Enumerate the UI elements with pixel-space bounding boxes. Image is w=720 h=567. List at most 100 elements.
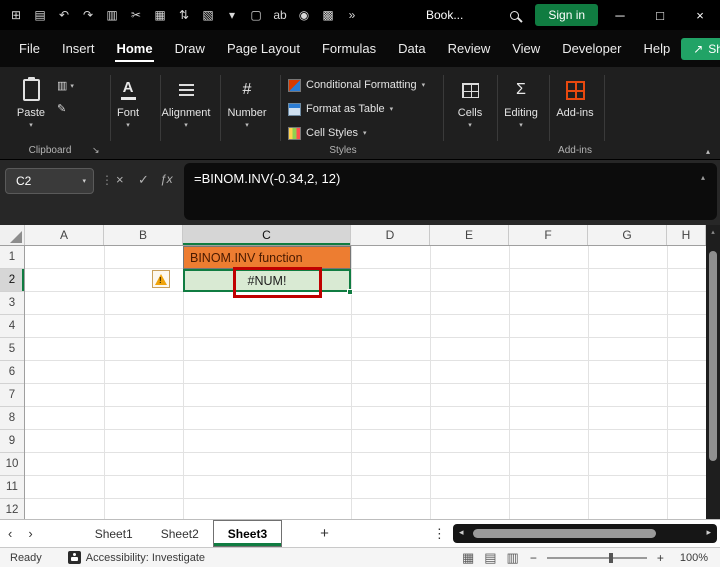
sheet-tab-sheet3[interactable]: Sheet3: [212, 520, 283, 547]
spelling-icon[interactable]: ab: [268, 3, 292, 27]
row-header-2[interactable]: 2: [0, 269, 24, 292]
row-header-12[interactable]: 12: [0, 499, 24, 519]
row-header-11[interactable]: 11: [0, 476, 24, 499]
insert-function-button[interactable]: ƒx: [160, 172, 173, 186]
close-button[interactable]: ×: [680, 0, 720, 30]
cell-c1[interactable]: BINOM.INV function: [183, 246, 351, 269]
cells-group-button[interactable]: Cells ▾: [445, 74, 495, 129]
column-header-c[interactable]: C: [183, 225, 351, 245]
alignment-group-button[interactable]: Alignment ▾: [156, 74, 216, 129]
name-box[interactable]: C2 ▾: [5, 168, 94, 194]
row-header-4[interactable]: 4: [0, 315, 24, 338]
tab-draw[interactable]: Draw: [164, 30, 216, 67]
error-checking-button[interactable]: !: [152, 270, 170, 288]
borders-icon[interactable]: ▧: [196, 3, 220, 27]
zoom-slider[interactable]: [546, 552, 647, 563]
tab-view[interactable]: View: [501, 30, 551, 67]
cells-area[interactable]: BINOM.INV function #NUM! !: [25, 246, 706, 519]
maximize-button[interactable]: □: [640, 0, 680, 30]
redo-icon[interactable]: ↷: [76, 3, 100, 27]
row-header-5[interactable]: 5: [0, 338, 24, 361]
new-file-icon[interactable]: ▢: [244, 3, 268, 27]
page-layout-view-icon[interactable]: ▤: [479, 550, 501, 566]
scroll-up-icon[interactable]: ▴: [706, 228, 720, 236]
vertical-scrollbar[interactable]: ▴: [706, 225, 720, 519]
tab-help[interactable]: Help: [632, 30, 681, 67]
conditional-formatting-button[interactable]: Conditional Formatting ▾: [288, 75, 425, 95]
row-header-6[interactable]: 6: [0, 361, 24, 384]
minimize-button[interactable]: ─: [600, 0, 640, 30]
undo-icon[interactable]: ↶: [52, 3, 76, 27]
tab-formulas[interactable]: Formulas: [311, 30, 387, 67]
tab-page-layout[interactable]: Page Layout: [216, 30, 311, 67]
sign-in-button[interactable]: Sign in: [535, 4, 599, 26]
spreadsheet-grid[interactable]: 1 2 3 4 5 6 7 8 9 10 11 12 BINOM.INV fun…: [0, 246, 706, 519]
number-group-button[interactable]: # Number ▾: [219, 74, 275, 129]
tab-home[interactable]: Home: [105, 30, 163, 67]
formula-bar-handle-icon[interactable]: ⋮: [101, 173, 113, 187]
zoom-level[interactable]: 100%: [680, 552, 708, 564]
page-break-view-icon[interactable]: ▥: [502, 550, 524, 566]
sheet-more-icon[interactable]: ⋮: [425, 526, 454, 542]
column-header-h[interactable]: H: [667, 225, 706, 245]
add-sheet-button[interactable]: +: [310, 525, 339, 542]
sheet-tab-sheet2[interactable]: Sheet2: [147, 520, 213, 547]
column-header-d[interactable]: D: [351, 225, 430, 245]
clipboard-dialog-launcher[interactable]: ↘: [92, 145, 100, 156]
save-icon[interactable]: ▤: [28, 3, 52, 27]
select-all-button[interactable]: [0, 225, 25, 245]
horizontal-scrollbar[interactable]: ◂ ▸: [453, 524, 717, 543]
tab-data[interactable]: Data: [387, 30, 436, 67]
copy-button[interactable]: ▥ ▾: [57, 79, 74, 92]
formula-input[interactable]: =BINOM.INV(-0.34,2, 12) ▴: [184, 163, 717, 220]
font-group-button[interactable]: A Font ▾: [102, 74, 154, 129]
column-header-e[interactable]: E: [430, 225, 509, 245]
addins-button[interactable]: Add-ins: [549, 74, 601, 119]
chevron-down-icon[interactable]: ▾: [220, 3, 244, 27]
apps-icon[interactable]: ⊞: [4, 3, 28, 27]
copy-icon[interactable]: ▥: [100, 3, 124, 27]
scroll-right-icon[interactable]: ▸: [706, 527, 711, 538]
accessibility-status[interactable]: Accessibility: Investigate: [67, 551, 205, 564]
column-header-b[interactable]: B: [104, 225, 183, 245]
cut-icon[interactable]: ✂: [124, 3, 148, 27]
horizontal-scrollbar-thumb[interactable]: [473, 529, 656, 538]
share-button[interactable]: ↗ Share: [681, 37, 720, 60]
format-painter-button[interactable]: ✎: [57, 102, 74, 115]
zoom-in-button[interactable]: +: [651, 551, 670, 565]
collapse-formula-bar-icon[interactable]: ▴: [701, 173, 705, 182]
column-header-g[interactable]: G: [588, 225, 667, 245]
tab-review[interactable]: Review: [437, 30, 502, 67]
row-header-9[interactable]: 9: [0, 430, 24, 453]
column-header-f[interactable]: F: [509, 225, 588, 245]
paste-button[interactable]: Paste ▾: [6, 74, 56, 129]
row-header-8[interactable]: 8: [0, 407, 24, 430]
cancel-button[interactable]: ×: [116, 172, 124, 187]
vertical-scrollbar-thumb[interactable]: [709, 251, 717, 461]
tab-file[interactable]: File: [8, 30, 51, 67]
table-icon[interactable]: ▩: [316, 3, 340, 27]
row-header-1[interactable]: 1: [0, 246, 24, 269]
editing-group-button[interactable]: Σ Editing ▾: [496, 74, 546, 129]
row-header-10[interactable]: 10: [0, 453, 24, 476]
more-commands-icon[interactable]: »: [340, 3, 364, 27]
cell-styles-button[interactable]: Cell Styles ▾: [288, 123, 366, 143]
collapse-ribbon-icon[interactable]: ▴: [706, 147, 710, 156]
row-header-7[interactable]: 7: [0, 384, 24, 407]
format-as-table-button[interactable]: Format as Table ▾: [288, 99, 393, 119]
row-header-3[interactable]: 3: [0, 292, 24, 315]
tab-developer[interactable]: Developer: [551, 30, 632, 67]
fill-handle[interactable]: [347, 289, 353, 295]
search-button[interactable]: [503, 4, 525, 26]
column-header-a[interactable]: A: [25, 225, 104, 245]
picture-icon[interactable]: ▦: [148, 3, 172, 27]
sheet-nav-right-icon[interactable]: ›: [20, 526, 40, 541]
zoom-slider-thumb[interactable]: [608, 552, 613, 563]
normal-view-icon[interactable]: ▦: [457, 550, 479, 566]
zoom-out-button[interactable]: −: [524, 551, 543, 565]
sheet-nav-left-icon[interactable]: ‹: [0, 526, 20, 541]
sort-icon[interactable]: ⇅: [172, 3, 196, 27]
tab-insert[interactable]: Insert: [51, 30, 106, 67]
sheet-tab-sheet1[interactable]: Sheet1: [81, 520, 147, 547]
enter-button[interactable]: ✓: [138, 172, 149, 188]
